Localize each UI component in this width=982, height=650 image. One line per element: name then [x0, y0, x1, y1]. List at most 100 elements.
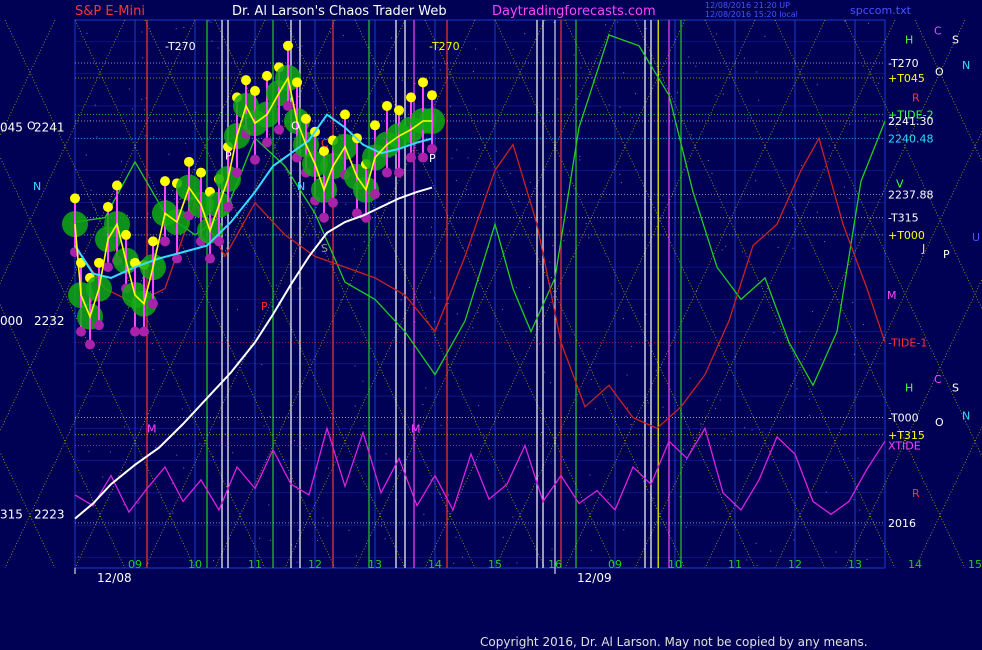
star-dot [345, 203, 347, 205]
x-tick-label: 15 [968, 558, 982, 571]
star-dot [706, 399, 708, 401]
star-dot [120, 160, 122, 162]
star-dot [853, 353, 855, 355]
plot-letter: N [297, 180, 305, 193]
bar-high [196, 167, 206, 178]
star-dot [144, 135, 146, 137]
site-link[interactable]: Daytradingforecasts.com [492, 4, 656, 19]
star-dot [647, 402, 649, 404]
star-dot [355, 555, 357, 557]
x-tick-label: 11 [248, 558, 262, 571]
star-dot [152, 369, 154, 371]
star-dot [825, 491, 827, 493]
update-stamp: 12/08/2016 21:20 UP [705, 1, 790, 10]
star-dot [467, 157, 469, 159]
star-dot [569, 230, 571, 232]
star-dot [864, 117, 866, 119]
right-level-label: XTIDE [888, 440, 921, 453]
star-dot [172, 190, 174, 192]
bar-high [184, 156, 194, 167]
bar-low [382, 167, 392, 178]
star-dot [440, 424, 442, 426]
star-dot [605, 24, 607, 26]
star-dot [690, 134, 692, 136]
star-dot [269, 415, 271, 417]
star-dot [382, 69, 384, 71]
star-dot [456, 149, 458, 151]
star-dot [447, 303, 449, 305]
right-level-label: 2237.88 [888, 189, 934, 202]
star-dot [770, 550, 772, 552]
star-dot [340, 299, 342, 301]
x-tick-label: 16 [548, 558, 562, 571]
star-dot [794, 208, 796, 210]
star-dot [478, 148, 480, 150]
star-dot [312, 87, 314, 89]
star-dot [719, 399, 721, 401]
star-dot [322, 517, 324, 519]
star-dot [224, 433, 226, 435]
right-marker-r: R [912, 487, 920, 500]
star-dot [183, 467, 185, 469]
star-dot [688, 56, 690, 58]
star-dot [477, 311, 479, 313]
star-dot [844, 21, 846, 23]
star-dot [275, 153, 277, 155]
right-marker-o: O [935, 416, 944, 429]
right-marker-s: S [952, 381, 959, 394]
star-dot [751, 429, 753, 431]
bar-high [394, 105, 404, 116]
star-dot [725, 245, 727, 247]
star-dot [849, 123, 851, 125]
plot-letter: N [33, 180, 41, 193]
star-dot [800, 164, 802, 166]
star-dot [712, 521, 714, 523]
star-dot [305, 448, 307, 450]
star-dot [662, 195, 664, 197]
star-dot [78, 556, 80, 558]
star-dot [301, 45, 303, 47]
star-dot [579, 155, 581, 157]
star-dot [516, 562, 518, 564]
star-dot [401, 294, 403, 296]
chaos-trader-chart: -T270 -T270 O P N O C N P S P M M 045 2241 000 2232 315 22… [0, 19, 982, 585]
bar-high [406, 92, 416, 103]
x-tick-label: 09 [128, 558, 142, 571]
bar-high [112, 180, 122, 191]
star-dot [768, 296, 770, 298]
star-dot [844, 434, 846, 436]
star-dot [431, 226, 433, 228]
bar-high [292, 77, 302, 88]
star-dot [820, 359, 822, 361]
star-dot [746, 559, 748, 561]
star-dot [693, 212, 695, 214]
star-dot [792, 247, 794, 249]
lattice-line [774, 130, 982, 569]
right-marker-v: V [896, 177, 904, 190]
star-dot [539, 343, 541, 345]
lattice-line [914, 425, 982, 569]
right-level-label: -T315 [888, 212, 919, 225]
star-dot [265, 154, 267, 156]
star-dot [828, 145, 830, 147]
star-dot [622, 317, 624, 319]
star-dot [289, 51, 291, 53]
date-label: 12/09 [577, 571, 612, 585]
lattice-line [774, 19, 982, 458]
bar-low [130, 326, 140, 337]
star-dot [594, 408, 596, 410]
star-dot [756, 71, 758, 73]
star-dot [734, 356, 736, 358]
right-marker-h: H [905, 381, 913, 394]
star-dot [524, 33, 526, 35]
star-dot [176, 454, 178, 456]
star-dot [400, 299, 402, 301]
star-dot [631, 116, 633, 118]
star-dot [430, 479, 432, 481]
star-dot [237, 309, 239, 311]
star-dot [573, 256, 575, 258]
star-dot [455, 536, 457, 538]
star-dot [138, 501, 140, 503]
star-dot [620, 182, 622, 184]
bar-high [241, 75, 251, 86]
